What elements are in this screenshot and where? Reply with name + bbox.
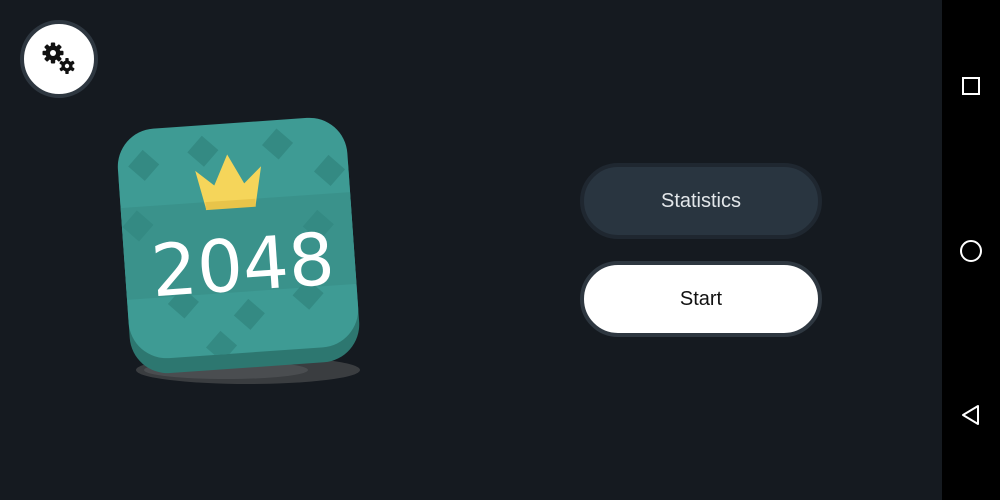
recents-button[interactable] [951, 66, 991, 106]
main-menu: 2048 Statistics Start [0, 0, 942, 500]
square-icon [962, 77, 980, 95]
android-nav-bar [942, 0, 1000, 500]
start-label: Start [679, 287, 723, 310]
game-logo: 2048 [108, 108, 378, 393]
settings-button[interactable] [20, 20, 98, 98]
home-button[interactable] [951, 231, 991, 271]
circle-icon [960, 240, 982, 262]
back-button[interactable] [951, 395, 991, 435]
triangle-back-icon [962, 405, 979, 425]
gears-icon [42, 42, 75, 74]
app-screen: 2048 Statistics Start [0, 0, 1000, 500]
logo-text: 2048 [148, 217, 337, 314]
statistics-label: Statistics [660, 189, 742, 212]
statistics-button[interactable]: Statistics [580, 163, 822, 239]
start-button[interactable]: Start [580, 261, 822, 337]
